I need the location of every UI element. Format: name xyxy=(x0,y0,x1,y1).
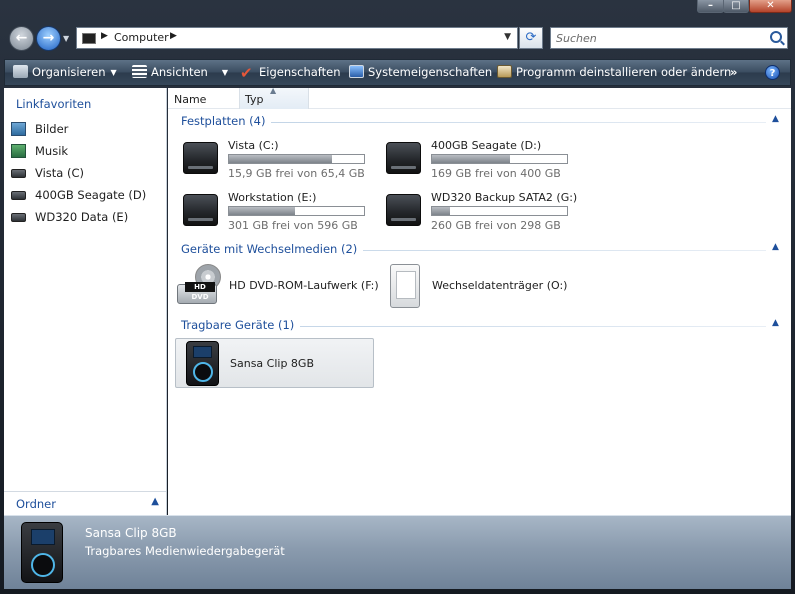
back-button[interactable]: ← xyxy=(9,26,34,51)
drive-icon xyxy=(11,191,26,200)
uninstall-program-button[interactable]: Programm deinstallieren oder ändern xyxy=(497,65,731,79)
chevron-down-icon: ▼ xyxy=(110,68,117,77)
sidebar-item-pictures[interactable]: Bilder xyxy=(11,120,161,140)
drive-icon xyxy=(11,169,26,178)
capacity-fill xyxy=(432,207,450,215)
sort-arrow-icon: ▲ xyxy=(270,86,277,95)
help-icon[interactable]: ? xyxy=(765,65,780,80)
address-bar[interactable]: ▶ Computer ▶ ▼ xyxy=(76,27,518,49)
group-header-harddisks[interactable]: Festplatten (4) ▲ xyxy=(181,114,781,130)
drive-item[interactable]: Workstation (E:) 301 GB frei von 596 GB xyxy=(174,190,374,234)
folders-toggle[interactable]: Ordner ▲ xyxy=(4,491,166,515)
drive-item[interactable]: 400GB Seagate (D:) 169 GB frei von 400 G… xyxy=(377,138,577,182)
system-monitor-icon xyxy=(349,65,364,78)
explorer-window: – □ ✕ ← → ▼ ▶ Computer ▶ ▼ ⟳ Suchen Orga… xyxy=(0,0,795,594)
drive-icon xyxy=(11,213,26,222)
capacity-fill xyxy=(432,155,511,163)
views-icon xyxy=(132,65,147,78)
details-subtitle: Tragbares Medienwiedergabegerät xyxy=(85,544,285,558)
breadcrumb-arrow-icon[interactable]: ▶ xyxy=(101,31,108,41)
portable-device-item[interactable]: Sansa Clip 8GB xyxy=(175,338,374,388)
details-pane: Sansa Clip 8GB Tragbares Medienwiedergab… xyxy=(4,515,791,589)
media-player-icon xyxy=(186,341,219,386)
search-placeholder: Suchen xyxy=(556,32,597,45)
favorites-heading: Linkfavoriten xyxy=(16,97,92,111)
refresh-button[interactable]: ⟳ xyxy=(519,27,543,49)
capacity-bar xyxy=(431,154,568,164)
sidebar-item-music[interactable]: Musik xyxy=(11,142,161,162)
back-arrow-icon: ← xyxy=(15,30,28,46)
recent-pages-dropdown[interactable]: ▼ xyxy=(63,34,69,43)
forward-arrow-icon: → xyxy=(42,30,55,46)
program-box-icon xyxy=(497,65,512,78)
capacity-bar xyxy=(431,206,568,216)
column-name[interactable]: Name xyxy=(174,93,206,106)
sidebar-item-vista[interactable]: Vista (C) xyxy=(11,164,161,184)
system-properties-button[interactable]: Systemeigenschaften xyxy=(349,65,492,79)
capacity-bar xyxy=(228,206,365,216)
collapse-chevron-icon[interactable]: ▲ xyxy=(772,114,779,124)
more-commands-button[interactable]: » xyxy=(730,65,737,79)
hard-drive-icon xyxy=(183,142,218,174)
checkmark-icon: ✔ xyxy=(240,64,253,82)
refresh-icon: ⟳ xyxy=(525,30,537,45)
capacity-bar xyxy=(228,154,365,164)
minimize-button[interactable]: – xyxy=(697,0,724,13)
column-header: Name ▲ Typ xyxy=(168,86,791,109)
collapse-chevron-icon[interactable]: ▲ xyxy=(772,242,779,252)
maximize-button[interactable]: □ xyxy=(723,0,749,13)
capacity-fill xyxy=(229,155,332,163)
hard-drive-icon xyxy=(386,194,421,226)
pictures-icon xyxy=(11,122,26,136)
music-icon xyxy=(11,144,26,158)
removable-storage-icon xyxy=(390,264,420,308)
group-header-removable[interactable]: Geräte mit Wechselmedien (2) ▲ xyxy=(181,242,781,258)
views-button[interactable]: Ansichten ▼ xyxy=(132,65,228,79)
organize-icon xyxy=(13,65,28,78)
device-item-hd-dvd[interactable]: HD DVD HD DVD-ROM-Laufwerk (F:) xyxy=(177,264,379,308)
sidebar-item-wd320-data[interactable]: WD320 Data (E) xyxy=(11,208,161,228)
navigation-pane: Linkfavoriten Bilder Musik Vista (C) 400… xyxy=(4,88,167,515)
address-dropdown-icon[interactable]: ▼ xyxy=(504,32,511,42)
navigation-bar: ← → ▼ ▶ Computer ▶ ▼ ⟳ Suchen xyxy=(0,20,795,56)
chevron-up-icon: ▲ xyxy=(151,496,159,507)
folders-label: Ordner xyxy=(16,497,56,511)
sidebar-item-seagate[interactable]: 400GB Seagate (D) xyxy=(11,186,161,206)
drive-item[interactable]: Vista (C:) 15,9 GB frei von 65,4 GB xyxy=(174,138,374,182)
drive-item[interactable]: WD320 Backup SATA2 (G:) 260 GB frei von … xyxy=(377,190,577,234)
organize-button[interactable]: Organisieren ▼ xyxy=(13,65,117,79)
breadcrumb-computer[interactable]: Computer xyxy=(114,31,169,44)
collapse-chevron-icon[interactable]: ▲ xyxy=(772,318,779,328)
search-input[interactable]: Suchen xyxy=(550,27,788,49)
close-button[interactable]: ✕ xyxy=(749,0,792,13)
group-header-portable[interactable]: Tragbare Geräte (1) ▲ xyxy=(181,318,781,334)
forward-button[interactable]: → xyxy=(36,26,61,51)
column-type[interactable]: ▲ Typ xyxy=(239,86,309,109)
content-pane: Name ▲ Typ Festplatten (4) ▲ Vista (C:) … xyxy=(168,86,791,515)
search-icon[interactable] xyxy=(770,31,782,43)
capacity-fill xyxy=(229,207,296,215)
details-title: Sansa Clip 8GB xyxy=(85,526,177,540)
device-item-removable[interactable]: Wechseldatenträger (O:) xyxy=(390,264,590,308)
computer-icon xyxy=(82,33,96,44)
hard-drive-icon xyxy=(386,142,421,174)
media-player-icon xyxy=(21,522,63,583)
hd-dvd-drive-icon: HD DVD xyxy=(177,264,225,306)
chevron-down-icon: ▼ xyxy=(221,68,228,77)
properties-button[interactable]: ✔ Eigenschaften xyxy=(240,64,341,82)
command-toolbar: Organisieren ▼ Ansichten ▼ ✔ Eigenschaften … xyxy=(4,59,791,86)
breadcrumb-arrow-icon[interactable]: ▶ xyxy=(170,31,177,41)
hard-drive-icon xyxy=(183,194,218,226)
